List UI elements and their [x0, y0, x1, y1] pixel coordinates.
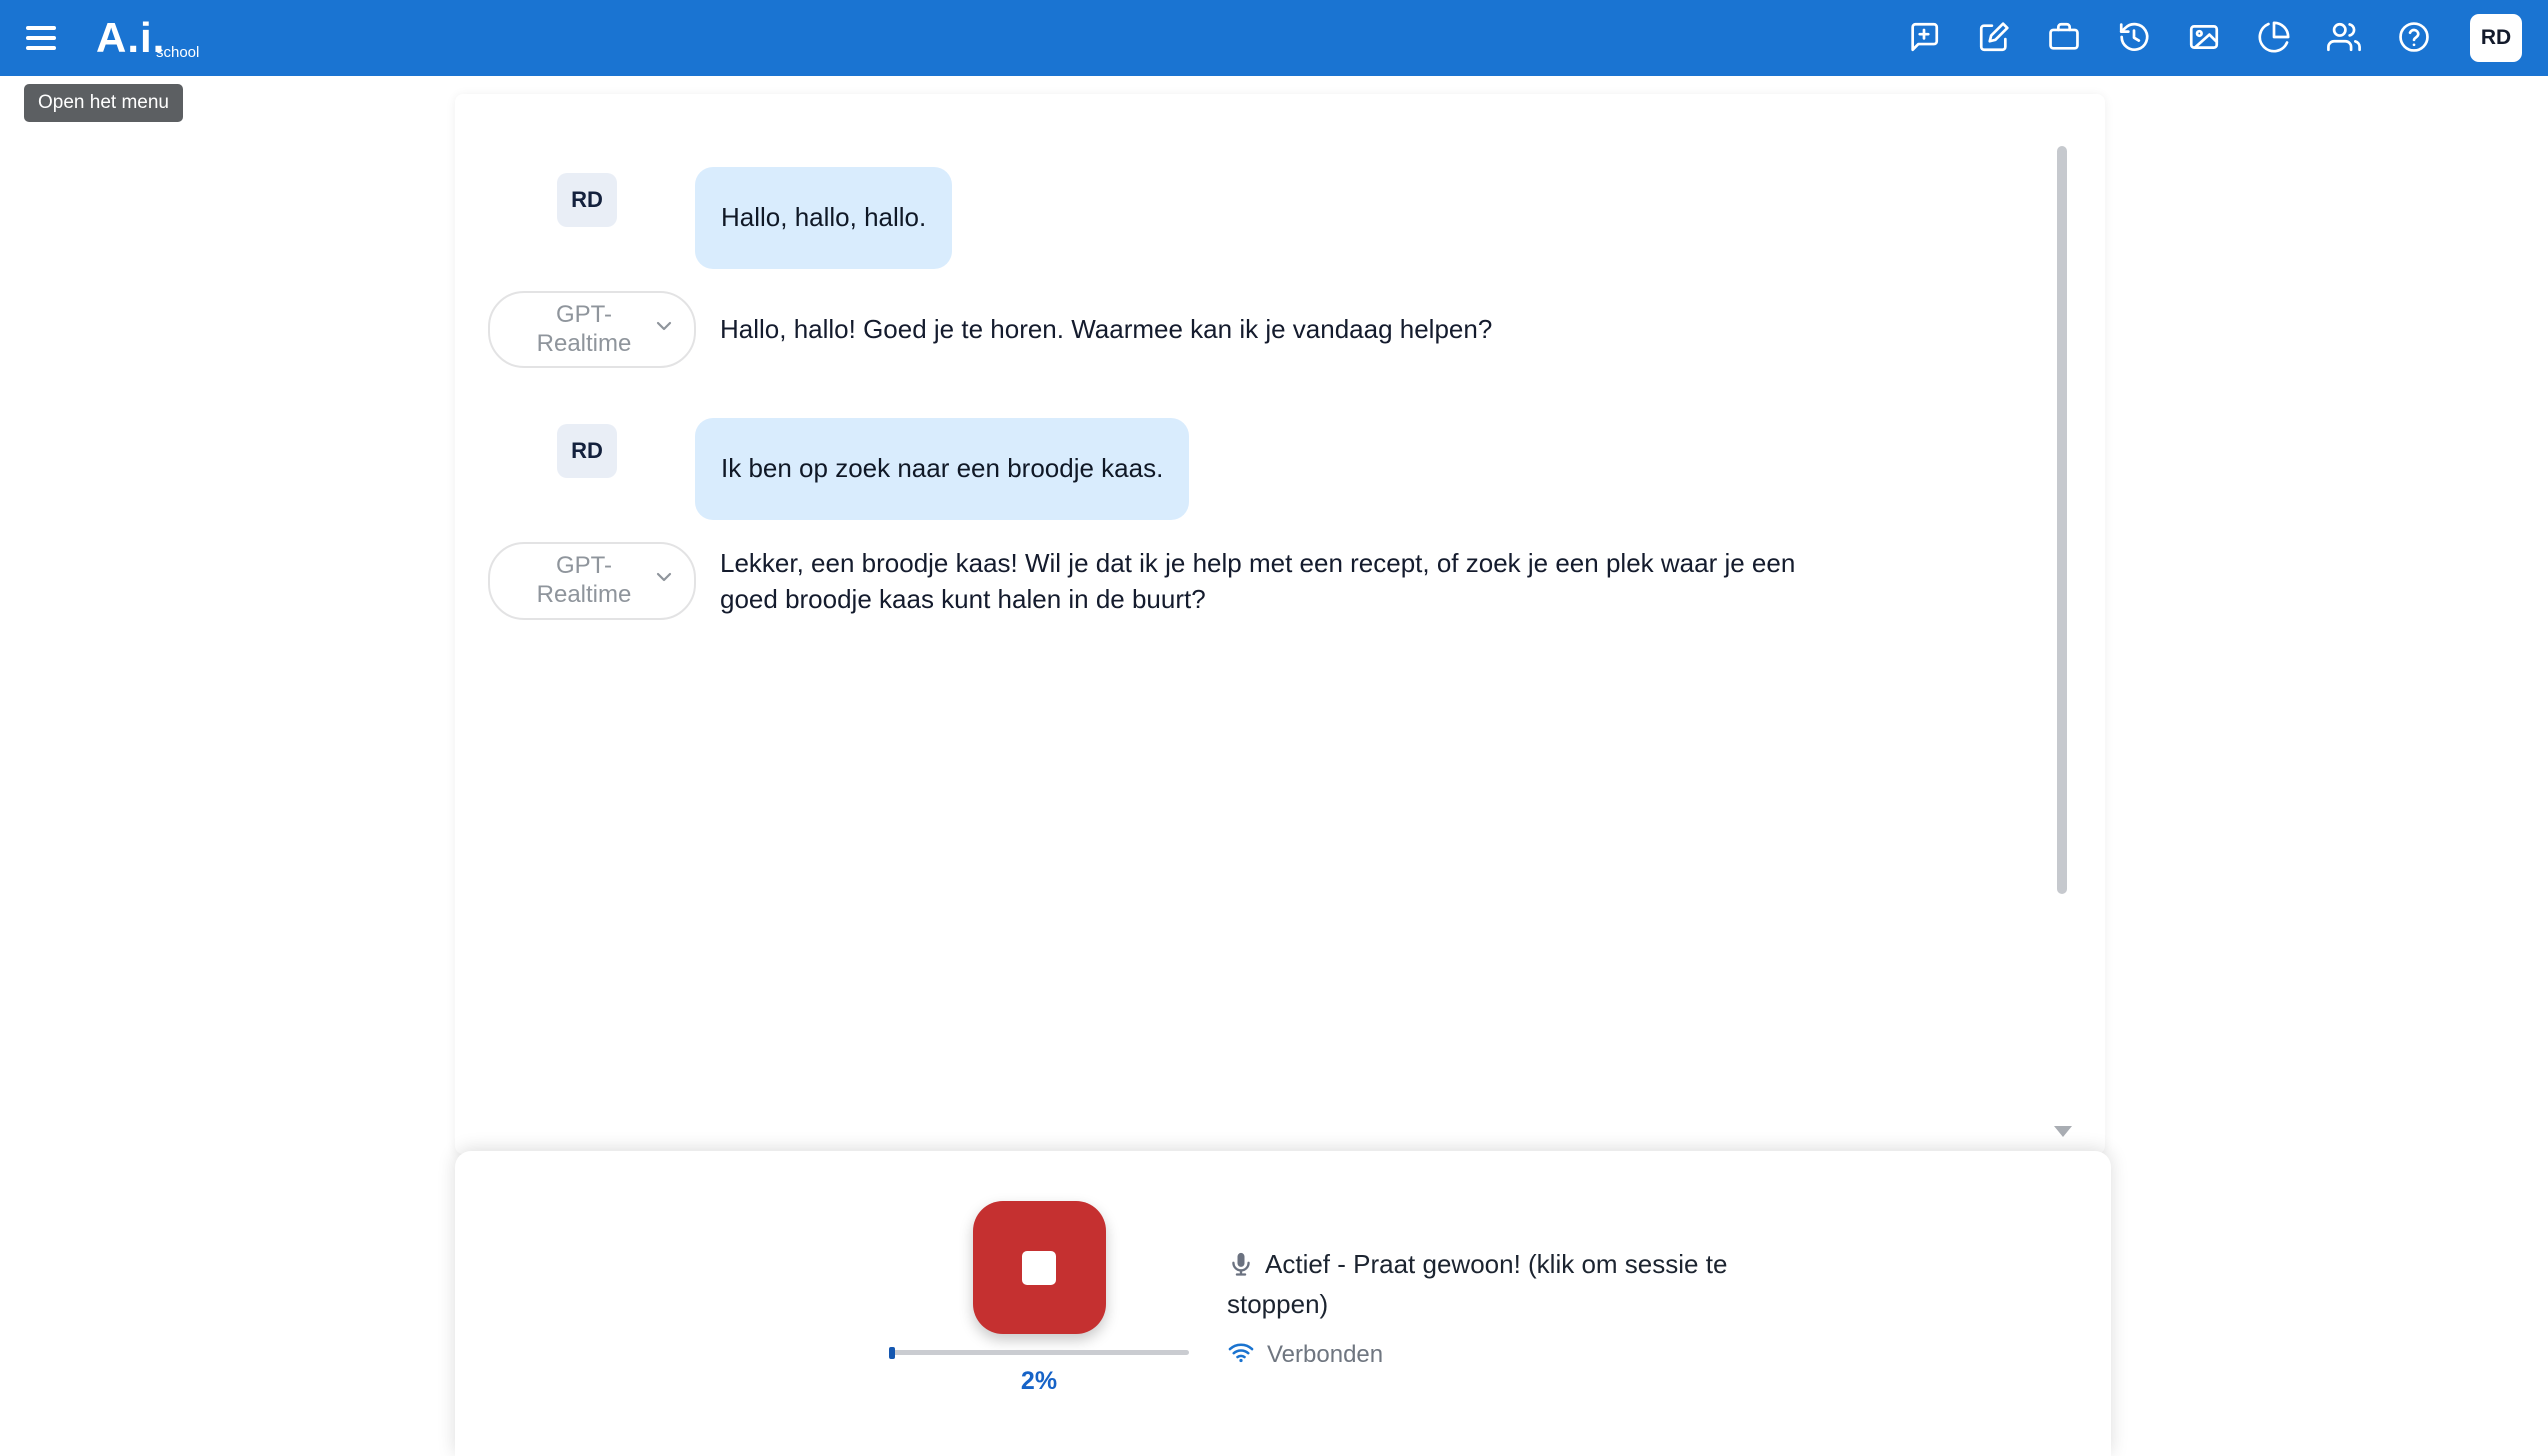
help-button[interactable]: [2392, 16, 2436, 60]
audio-level-bar: [889, 1350, 1189, 1355]
session-status-text: Actief - Praat gewoon! (klik om sessie t…: [1227, 1247, 1777, 1322]
voice-control-panel: 2% Actief - Praat gewoon! (klik om sessi…: [455, 1151, 2111, 1456]
user-message-bubble: Ik ben op zoek naar een broodje kaas.: [695, 418, 1189, 520]
compose-note-button[interactable]: [1972, 16, 2016, 60]
session-status-block: Actief - Praat gewoon! (klik om sessie t…: [1227, 1247, 1777, 1371]
chat-message-user: RD Ik ben op zoek naar een broodje kaas.: [557, 418, 1985, 520]
progress-fill: [889, 1347, 895, 1359]
microphone-icon: [1227, 1250, 1255, 1287]
chevron-down-icon: [652, 314, 676, 346]
model-selector[interactable]: GPT-Realtime: [488, 542, 696, 620]
briefcase-button[interactable]: [2042, 16, 2086, 60]
user-avatar: RD: [557, 173, 617, 227]
chat-panel: RD Hallo, hallo, hallo. GPT-Realtime Hal…: [455, 94, 2105, 1154]
app-header: A.i. school RD: [0, 0, 2548, 76]
chat-message-assistant: GPT-Realtime Lekker, een broodje kaas! W…: [488, 542, 1985, 620]
menu-tooltip: Open het menu: [24, 84, 183, 122]
chat-message-assistant: GPT-Realtime Hallo, hallo! Goed je te ho…: [488, 291, 1985, 369]
logo-subtitle: school: [156, 44, 199, 61]
profile-avatar[interactable]: RD: [2470, 14, 2522, 62]
model-label: GPT-Realtime: [516, 552, 652, 610]
connection-row: Verbonden: [1227, 1338, 1777, 1371]
gallery-icon: [2187, 20, 2221, 57]
user-message-bubble: Hallo, hallo, hallo.: [695, 167, 952, 269]
model-label: GPT-Realtime: [516, 301, 652, 359]
users-button[interactable]: [2322, 16, 2366, 60]
wifi-icon: [1227, 1338, 1255, 1371]
reports-button[interactable]: [2252, 16, 2296, 60]
progress-label: 2%: [1021, 1367, 1057, 1396]
assistant-message-text: Lekker, een broodje kaas! Wil je dat ik …: [720, 545, 1820, 618]
chat-plus-icon: [1907, 20, 1941, 57]
connection-status: Verbonden: [1267, 1341, 1383, 1369]
user-avatar: RD: [557, 424, 617, 478]
model-selector[interactable]: GPT-Realtime: [488, 291, 696, 369]
assistant-message-text: Hallo, hallo! Goed je te horen. Waarmee …: [720, 311, 1492, 347]
pie-chart-icon: [2257, 20, 2291, 57]
gallery-button[interactable]: [2182, 16, 2226, 60]
note-edit-icon: [1977, 20, 2011, 57]
scroll-down-arrow[interactable]: [2054, 1126, 2072, 1137]
app-logo[interactable]: A.i. school: [96, 19, 191, 57]
chat-message-user: RD Hallo, hallo, hallo.: [557, 167, 1985, 269]
chat-scrollbar-thumb[interactable]: [2057, 146, 2067, 894]
new-chat-button[interactable]: [1902, 16, 1946, 60]
stop-session-button[interactable]: [973, 1201, 1106, 1334]
menu-button[interactable]: [26, 16, 70, 60]
help-icon: [2397, 20, 2431, 57]
history-icon: [2117, 20, 2151, 57]
status-text: Actief - Praat gewoon! (klik om sessie t…: [1227, 1249, 1727, 1319]
chevron-down-icon: [652, 565, 676, 597]
history-button[interactable]: [2112, 16, 2156, 60]
users-icon: [2327, 20, 2361, 57]
logo-title: A.i.: [96, 19, 165, 57]
briefcase-icon: [2047, 20, 2081, 57]
stop-icon: [1022, 1251, 1056, 1285]
mic-column: 2%: [889, 1201, 1189, 1396]
